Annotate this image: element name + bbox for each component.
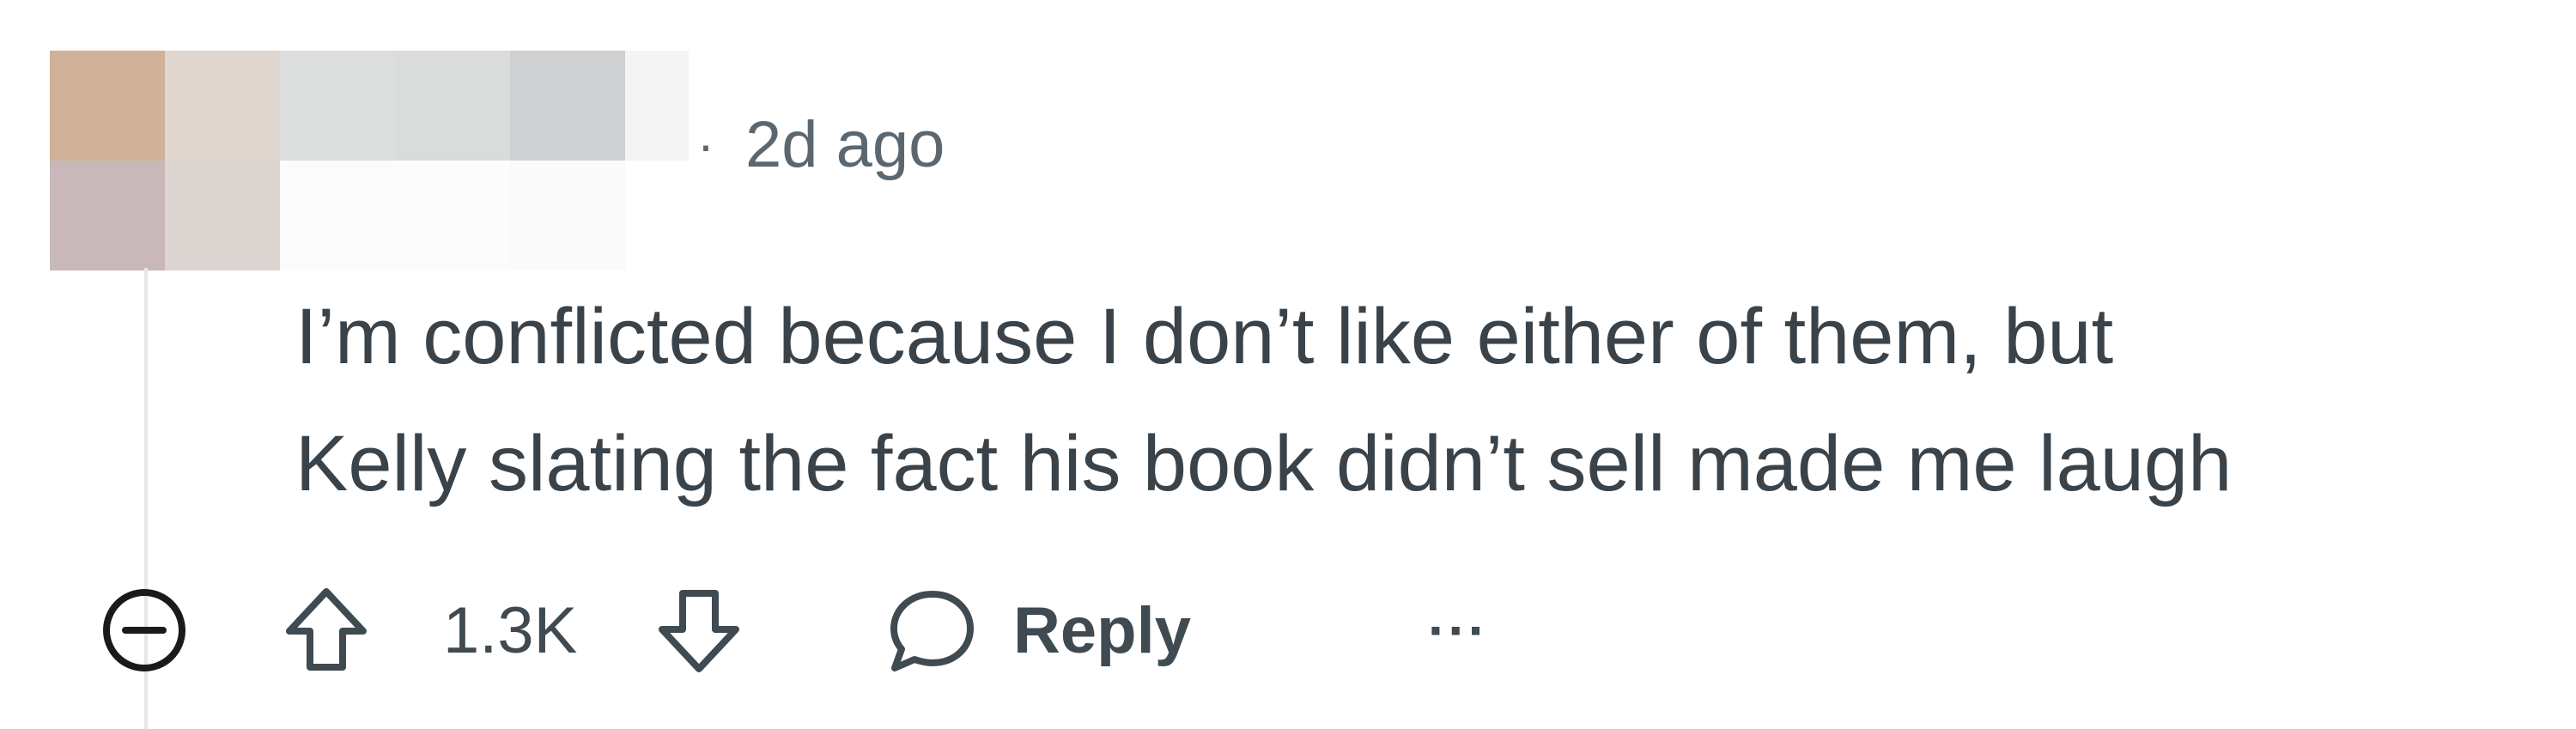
redacted-pixel [280, 161, 395, 270]
collapse-thread-icon [103, 589, 185, 671]
comment: · 2d ago I’m conflicted because I don’t … [0, 0, 2576, 729]
comment-body: I’m conflicted because I don’t like eith… [295, 273, 2562, 527]
comment-body-line: Kelly slating the fact his book didn’t s… [295, 420, 2233, 507]
redacted-pixel [50, 161, 165, 270]
redacted-author-block [50, 51, 689, 270]
redacted-pixel [395, 161, 510, 270]
vote-count: 1.3K [443, 593, 578, 667]
speech-bubble-icon [890, 591, 974, 671]
redacted-pixel [165, 51, 280, 161]
upvote-arrow-icon [286, 588, 367, 671]
redacted-pixel [395, 51, 510, 161]
comment-body-line: I’m conflicted because I don’t like eith… [295, 293, 2114, 380]
more-options-icon: ··· [1428, 599, 1488, 661]
comment-meta: · 2d ago [697, 101, 945, 187]
meta-separator: · [697, 115, 714, 173]
redacted-pixel [510, 161, 625, 270]
redacted-pixel [280, 51, 395, 161]
downvote-arrow-icon [659, 590, 739, 672]
collapse-button[interactable] [93, 579, 196, 682]
downvote-button[interactable] [647, 579, 750, 682]
redacted-pixel [625, 51, 689, 161]
redacted-pixel [510, 51, 625, 161]
comment-actions: 1.3K Reply ··· [93, 577, 1486, 683]
reply-button[interactable]: Reply [883, 577, 1191, 683]
reply-label: Reply [1013, 593, 1191, 667]
upvote-button[interactable] [275, 579, 378, 682]
more-options-button[interactable]: ··· [1406, 577, 1510, 683]
redacted-pixel [50, 51, 165, 161]
redacted-pixel [165, 161, 280, 270]
comment-timestamp: 2d ago [744, 107, 945, 181]
